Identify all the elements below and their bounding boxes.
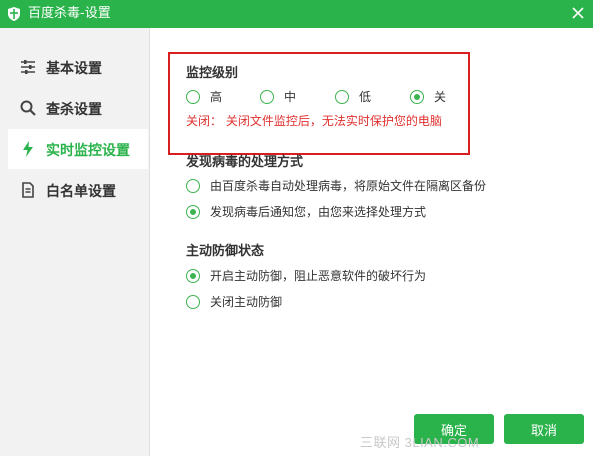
radio-button-selected[interactable]: [186, 268, 200, 283]
sidebar-item-label: 基本设置: [46, 61, 102, 77]
sliders-icon: [21, 60, 35, 74]
radio-label: 低: [359, 90, 372, 104]
baidu-antivirus-logo-icon: [8, 7, 20, 21]
sidebar-item-scan-settings[interactable]: 查杀设置: [0, 88, 150, 128]
window-title: 百度杀毒-设置: [28, 6, 111, 21]
radio-label: 由百度杀毒自动处理病毒，将原始文件在隔离区备份: [210, 179, 487, 193]
active-defense-title: 主动防御状态: [186, 244, 265, 259]
radio-button[interactable]: [186, 178, 200, 193]
monitor-level-option-medium[interactable]: 中: [260, 88, 296, 105]
radio-button[interactable]: [335, 89, 349, 104]
radio-label: 发现病毒后通知您，由您来选择处理方式: [210, 205, 427, 219]
radio-button[interactable]: [186, 89, 200, 104]
virus-handling-title: 发现病毒的处理方式: [186, 155, 304, 170]
sidebar: 基本设置 查杀设置 实时监控设置 白名单设置: [0, 28, 150, 456]
active-defense-option-off[interactable]: 关闭主动防御: [186, 293, 282, 310]
sidebar-item-basic-settings[interactable]: 基本设置: [0, 47, 150, 87]
sidebar-item-label: 实时监控设置: [46, 143, 130, 159]
radio-button-selected[interactable]: [186, 204, 200, 219]
radio-button[interactable]: [186, 294, 200, 309]
radio-label: 关: [434, 90, 447, 104]
monitor-level-option-high[interactable]: 高: [186, 88, 222, 105]
watermark: 三联网 3LIAN.COM: [360, 435, 480, 450]
virus-handling-option-auto[interactable]: 由百度杀毒自动处理病毒，将原始文件在隔离区备份: [186, 177, 486, 194]
cancel-button[interactable]: 取消: [504, 414, 584, 444]
radio-label: 中: [284, 90, 297, 104]
lightning-icon: [23, 141, 33, 157]
sidebar-item-label: 白名单设置: [46, 184, 116, 200]
radio-label: 高: [210, 90, 223, 104]
active-defense-option-on[interactable]: 开启主动防御，阻止恶意软件的破坏行为: [186, 267, 426, 284]
radio-button[interactable]: [260, 89, 274, 104]
title-bar: 百度杀毒-设置: [0, 0, 593, 28]
radio-label: 开启主动防御，阻止恶意软件的破坏行为: [210, 269, 427, 283]
monitor-off-warning: 关闭： 关闭文件监控后，无法实时保护您的电脑: [186, 114, 442, 128]
close-icon[interactable]: [571, 6, 585, 20]
monitor-level-option-off[interactable]: 关: [410, 88, 446, 105]
radio-label: 关闭主动防御: [210, 295, 283, 309]
sidebar-item-whitelist-settings[interactable]: 白名单设置: [0, 170, 150, 210]
sidebar-item-realtime-monitor-settings[interactable]: 实时监控设置: [8, 129, 148, 169]
sidebar-item-label: 查杀设置: [46, 102, 102, 118]
monitor-level-title: 监控级别: [186, 66, 239, 81]
radio-button-selected[interactable]: [410, 89, 424, 104]
search-icon: [20, 100, 36, 116]
document-icon: [22, 182, 34, 198]
virus-handling-option-notify[interactable]: 发现病毒后通知您，由您来选择处理方式: [186, 203, 426, 220]
monitor-level-option-low[interactable]: 低: [335, 88, 371, 105]
